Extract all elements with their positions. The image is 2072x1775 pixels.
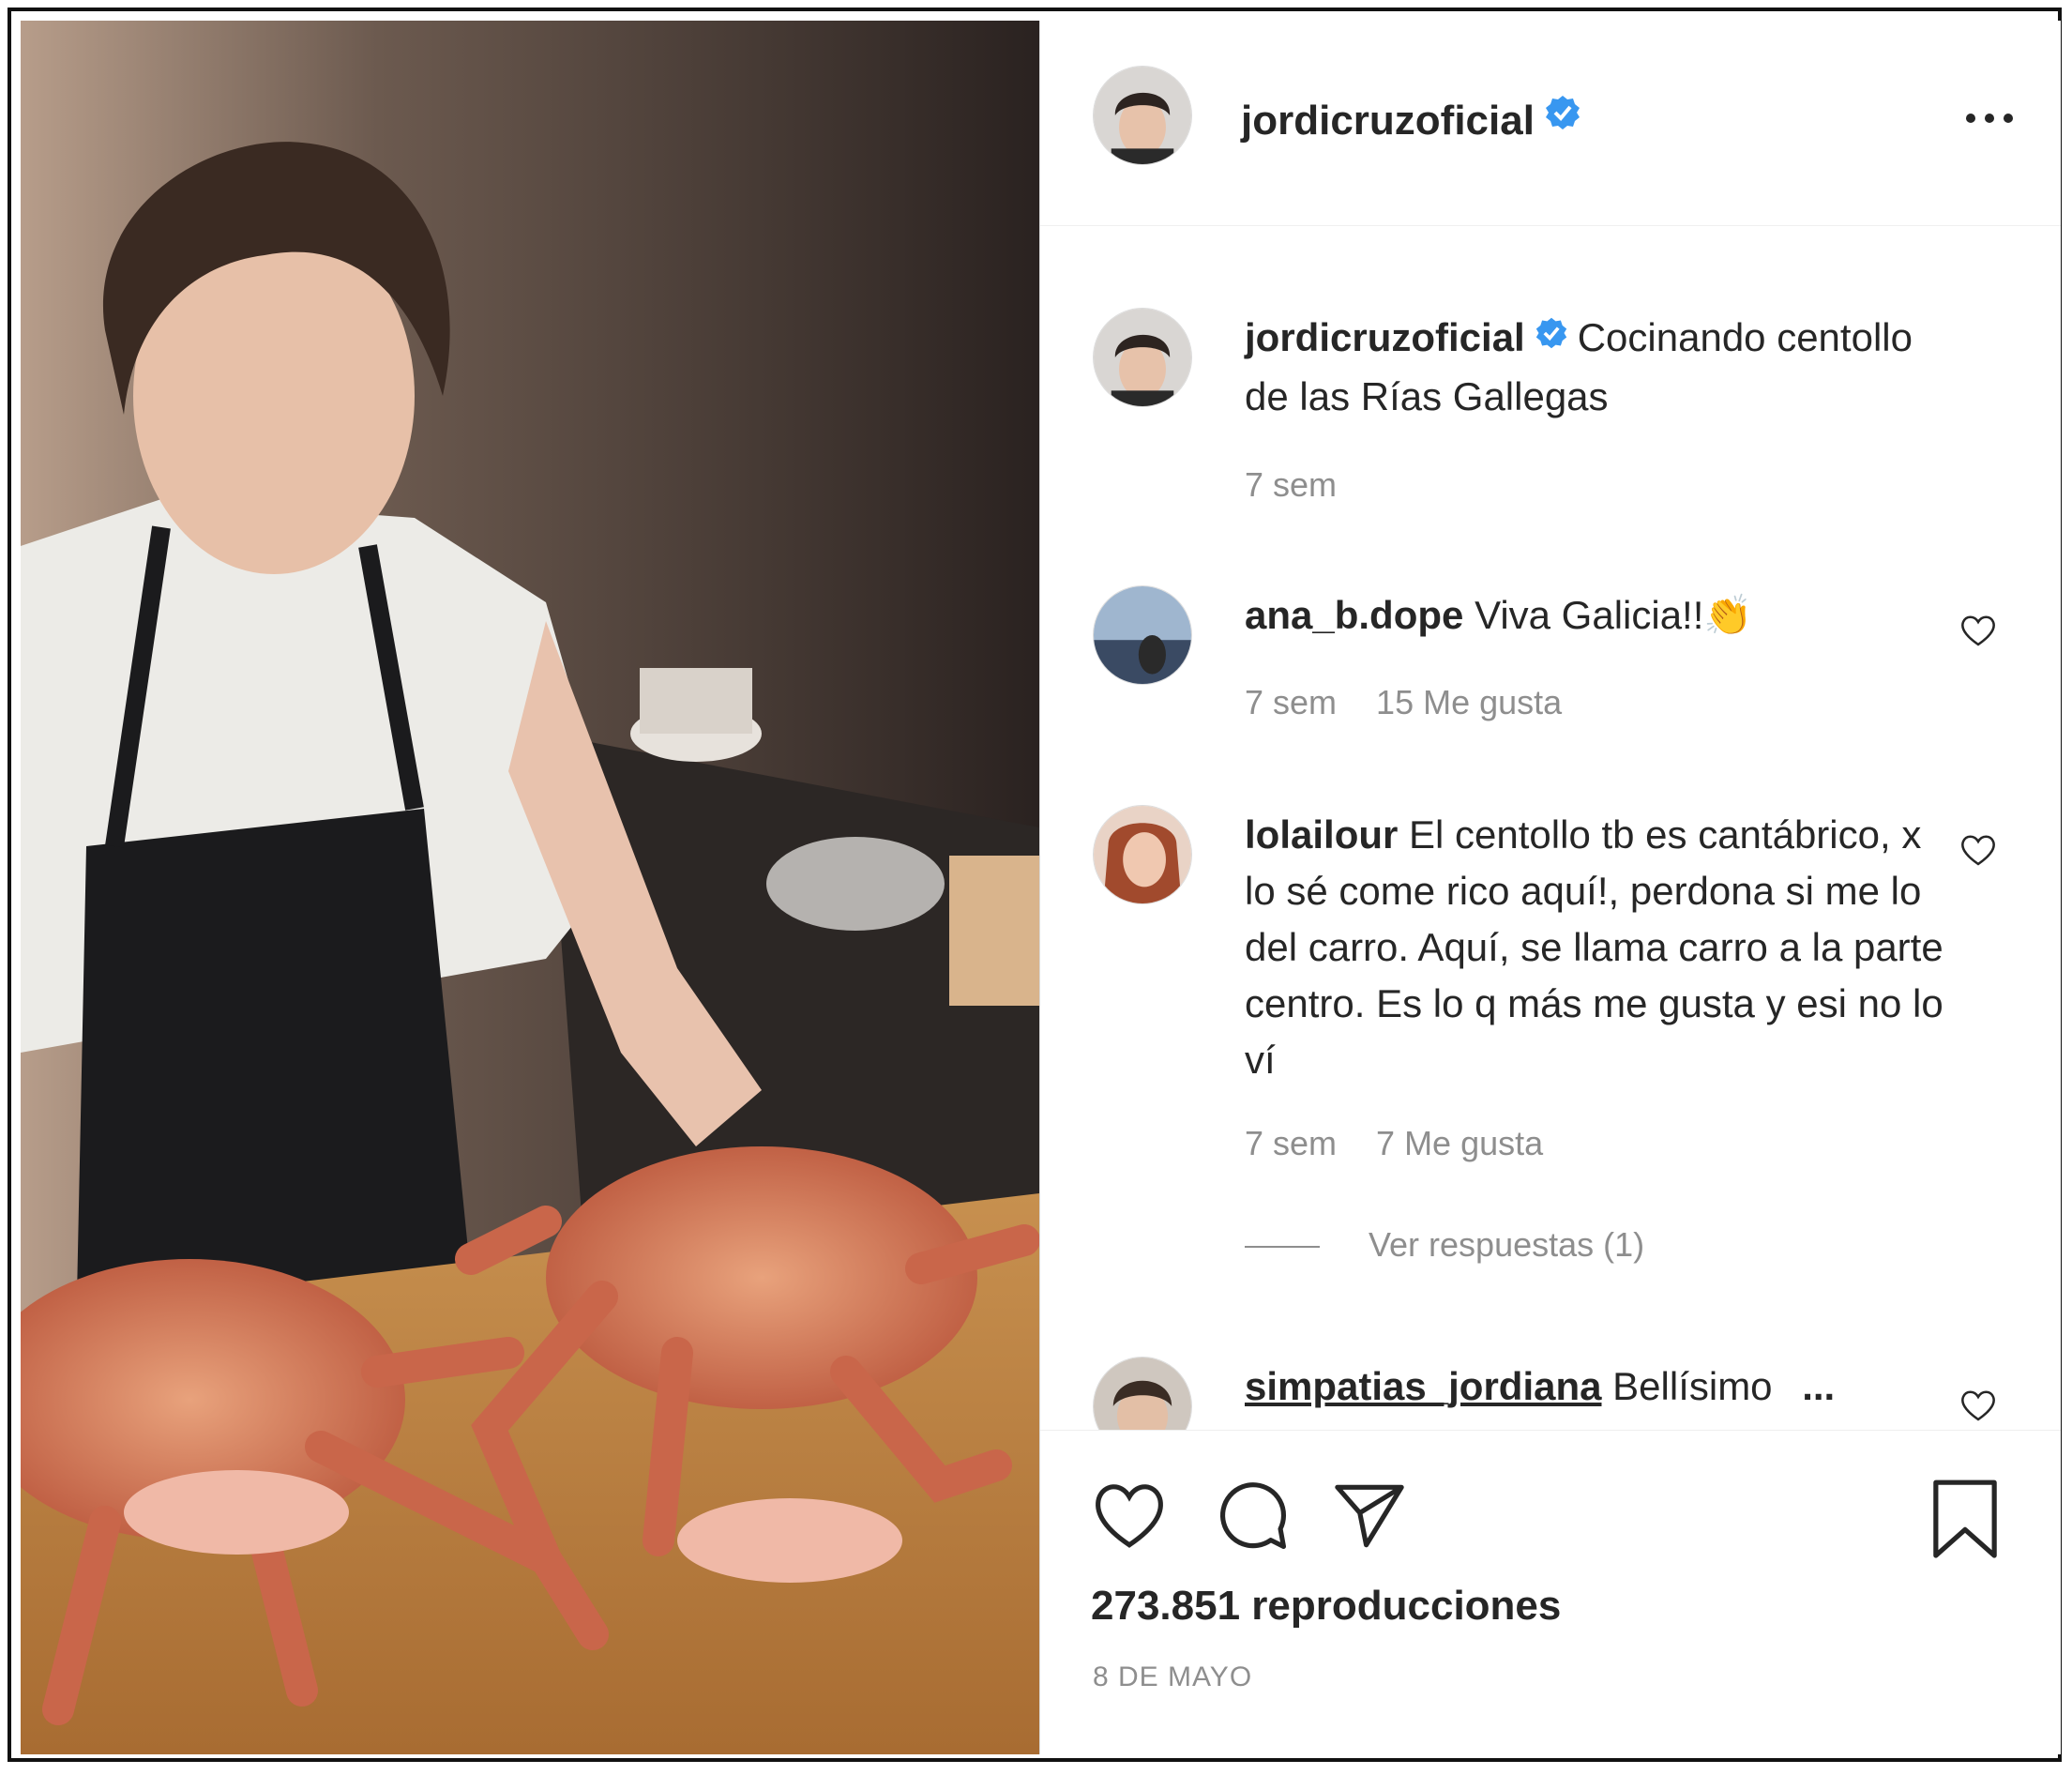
caption-avatar[interactable] (1093, 308, 1192, 407)
replies-divider (1245, 1246, 1320, 1249)
comment-avatar[interactable] (1093, 805, 1192, 904)
instagram-post-frame: jordicruzoficial jordicruzoficial Cocina… (8, 8, 2062, 1762)
video-frame-illustration (21, 21, 1039, 1754)
post-header: jordicruzoficial (1040, 21, 2061, 226)
like-comment-heart-icon[interactable] (1959, 1388, 1997, 1422)
more-comment-icon[interactable]: ... (1802, 1364, 1835, 1408)
comment-time[interactable]: 7 sem (1245, 683, 1337, 721)
post-side-panel: jordicruzoficial jordicruzoficial Cocina… (1039, 21, 2061, 1754)
like-comment-heart-icon[interactable] (1959, 833, 1997, 867)
views-count[interactable]: 273.851 reproducciones (1091, 1583, 1561, 1630)
comment-username[interactable]: ana_b.dope (1245, 593, 1463, 637)
author-username-link[interactable]: jordicruzoficial (1241, 95, 1581, 147)
caption-time[interactable]: 7 sem (1245, 465, 1337, 504)
comment-text: Bellísimo (1612, 1364, 1773, 1408)
post-video[interactable] (21, 21, 1039, 1754)
comment-avatar[interactable] (1093, 585, 1192, 685)
comment-avatar[interactable] (1093, 1357, 1192, 1430)
post-date[interactable]: 8 DE MAYO (1093, 1661, 1252, 1693)
like-comment-heart-icon[interactable] (1959, 614, 1997, 647)
author-avatar[interactable] (1093, 66, 1192, 165)
view-replies-button[interactable]: Ver respuestas (1) (1245, 1225, 1644, 1265)
comment-text: Viva Galicia!!👏 (1475, 593, 1753, 637)
comment-time[interactable]: 7 sem (1245, 1124, 1337, 1162)
bookmark-icon[interactable] (1926, 1478, 2004, 1562)
comments-list[interactable]: jordicruzoficial Cocinando centollo de la… (1040, 225, 2061, 1430)
view-replies-label[interactable]: Ver respuestas (1) (1369, 1225, 1644, 1264)
share-icon[interactable] (1331, 1478, 1408, 1555)
post-actions: 273.851 reproducciones 8 DE MAYO (1040, 1430, 2061, 1755)
author-username[interactable]: jordicruzoficial (1241, 98, 1535, 144)
verified-badge-icon (1544, 94, 1581, 142)
comment-likes[interactable]: 7 Me gusta (1376, 1124, 1543, 1162)
heart-icon[interactable] (1091, 1478, 1168, 1555)
comment-likes[interactable]: 15 Me gusta (1376, 683, 1562, 721)
caption-username[interactable]: jordicruzoficial (1245, 315, 1525, 359)
comment-username[interactable]: simpatias_jordiana (1245, 1364, 1601, 1408)
caption-verified-badge-icon (1535, 309, 1568, 365)
comment-icon[interactable] (1215, 1478, 1292, 1555)
more-options-icon[interactable] (1961, 109, 2018, 128)
comment-username[interactable]: lolailour (1245, 812, 1398, 857)
